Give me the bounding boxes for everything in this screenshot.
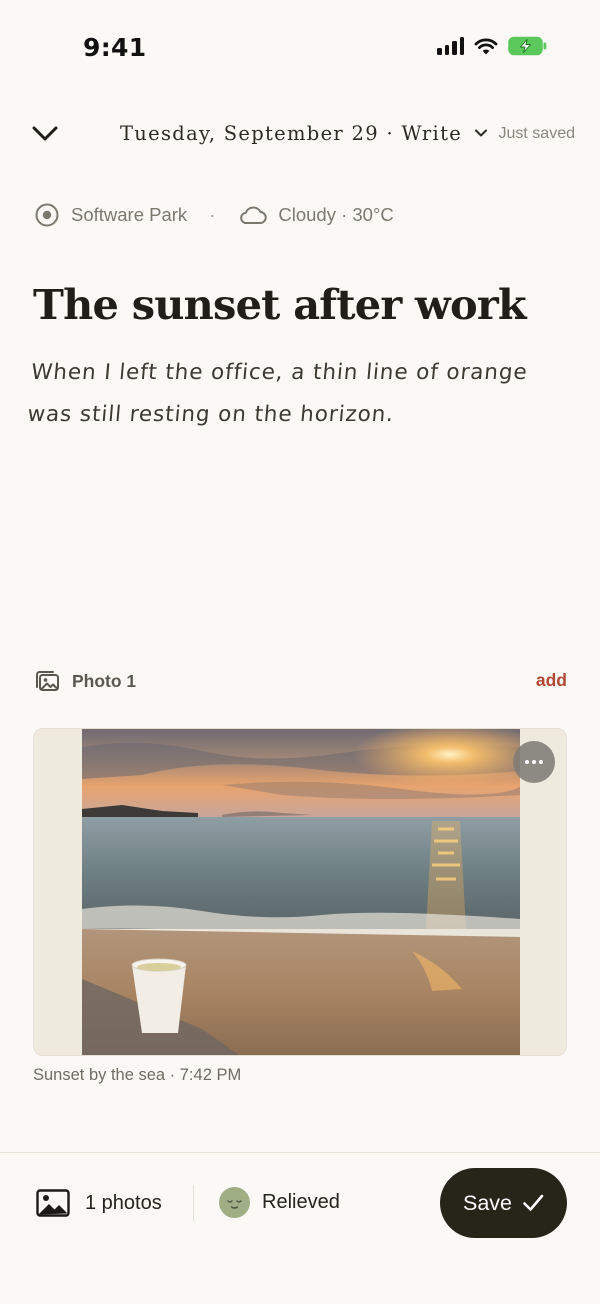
date-separator: · bbox=[386, 122, 402, 145]
entry-date: Tuesday, September 29 bbox=[120, 122, 379, 145]
bottom-toolbar: 1 photos Relieved Save bbox=[0, 1152, 600, 1304]
battery-charging-icon bbox=[508, 36, 547, 56]
status-bar: 9:41 bbox=[0, 0, 600, 100]
more-options-icon[interactable] bbox=[513, 741, 555, 783]
location-target-icon bbox=[35, 203, 59, 227]
editor-header: Tuesday, September 29 · Write Just saved bbox=[0, 110, 600, 160]
photo-caption: Sunset by the sea · 7:42 PM bbox=[33, 1066, 242, 1084]
photos-button[interactable]: 1 photos bbox=[36, 1189, 162, 1217]
mode-label: Write bbox=[401, 122, 463, 145]
status-time: 9:41 bbox=[83, 33, 147, 62]
mood-button[interactable]: Relieved bbox=[219, 1187, 340, 1218]
add-photo-button[interactable]: add bbox=[536, 670, 567, 691]
entry-title[interactable]: The sunset after work bbox=[33, 280, 573, 329]
save-status: Just saved bbox=[498, 125, 575, 142]
entry-body[interactable]: When I left the office, a thin line of o… bbox=[26, 352, 553, 436]
meta-separator: · bbox=[209, 204, 216, 225]
photos-label: Photo 1 bbox=[72, 671, 137, 691]
save-label: Save bbox=[462, 1190, 512, 1215]
mood-label: Relieved bbox=[262, 1191, 340, 1213]
location-label[interactable]: Software Park bbox=[71, 204, 187, 226]
mood-face-icon bbox=[219, 1187, 250, 1218]
date-mode-selector[interactable]: Tuesday, September 29 · Write bbox=[120, 122, 488, 145]
wifi-icon bbox=[474, 38, 498, 55]
image-icon bbox=[36, 1189, 70, 1217]
save-button[interactable]: Save bbox=[440, 1168, 567, 1238]
chevron-down-icon[interactable] bbox=[30, 122, 60, 146]
cloud-icon bbox=[240, 206, 268, 224]
system-icons bbox=[437, 36, 548, 56]
entry-meta: Software Park · Cloudy · 30°C bbox=[34, 201, 394, 229]
photo-card[interactable] bbox=[33, 728, 567, 1056]
checkmark-icon bbox=[523, 1194, 544, 1211]
dropdown-caret-icon bbox=[474, 129, 487, 136]
weather-label[interactable]: Cloudy · 30°C bbox=[278, 204, 393, 226]
photo-count-label: 1 photos bbox=[85, 1191, 162, 1214]
photos-header: Photo 1 add bbox=[34, 667, 567, 697]
toolbar-divider bbox=[193, 1185, 194, 1221]
sunset-photo bbox=[82, 729, 520, 1055]
entry-body-line: was still resting on the horizon. bbox=[26, 402, 396, 427]
signal-icon bbox=[437, 37, 464, 55]
entry-body-line: When I left the office, a thin line of o… bbox=[30, 360, 529, 385]
photo-stack-icon bbox=[36, 671, 59, 691]
